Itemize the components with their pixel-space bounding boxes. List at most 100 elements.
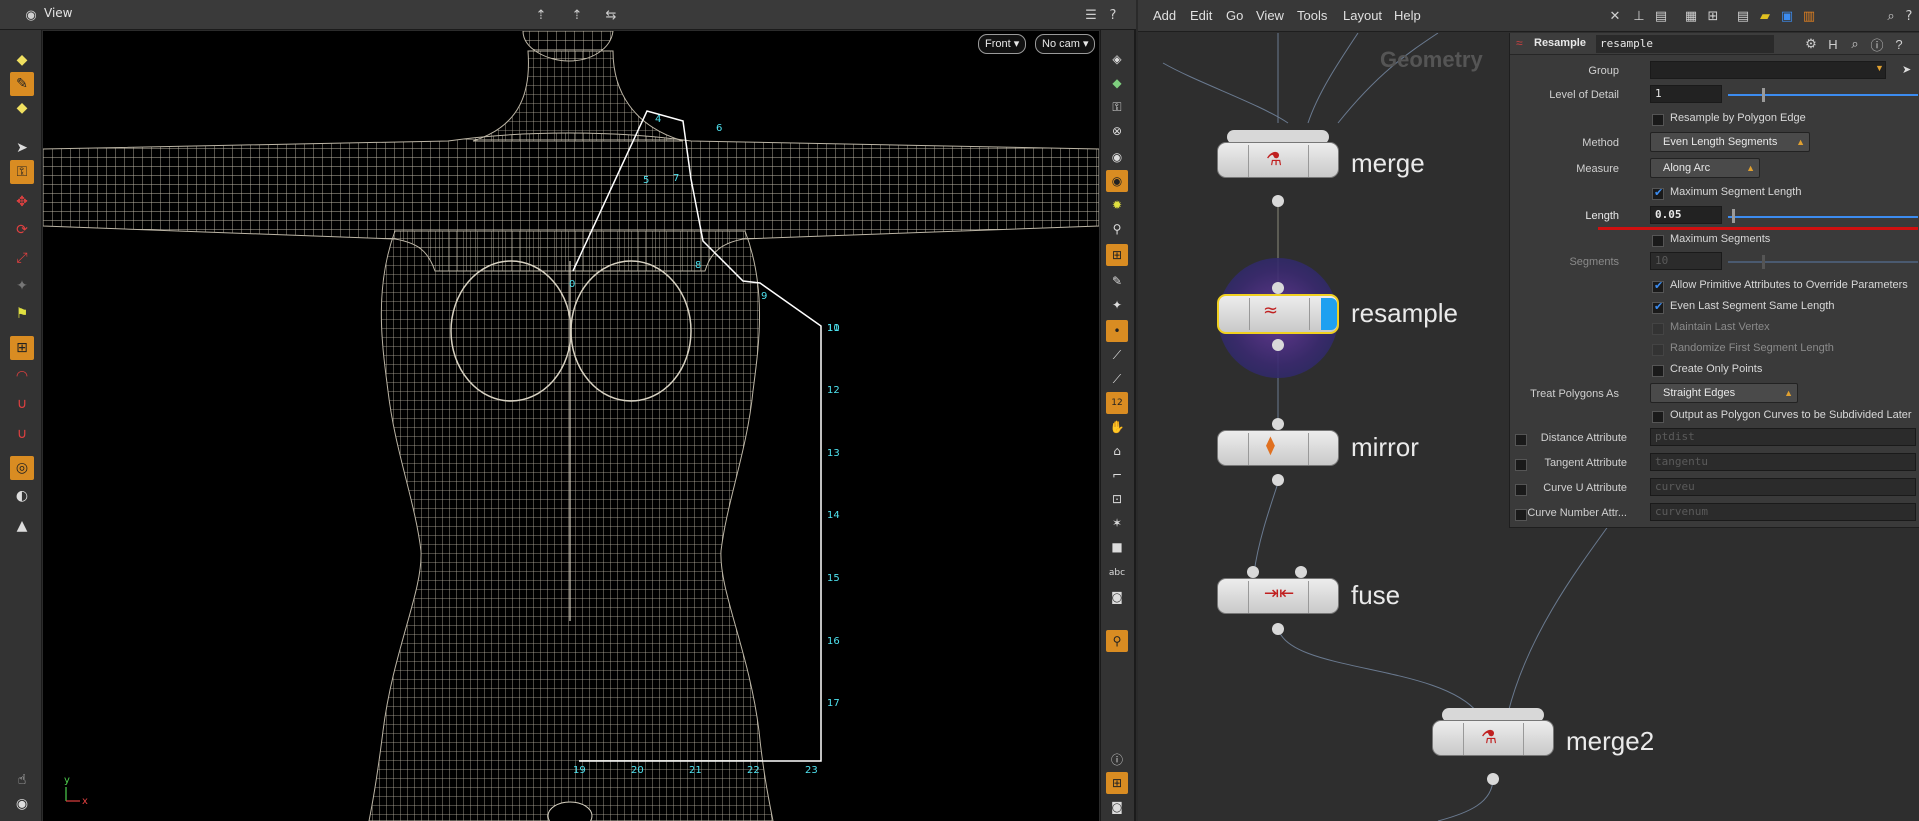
output-poly-checkbox[interactable] (1652, 411, 1664, 423)
info-icon[interactable]: ⓘ (1106, 748, 1128, 770)
even-last-checkbox[interactable] (1652, 300, 1664, 314)
palette-icon[interactable]: ▥ (1798, 5, 1820, 27)
node-mirror[interactable]: ⧫ mirror (1217, 430, 1419, 478)
measure-dropdown[interactable]: Along Arc ▲ (1650, 158, 1760, 178)
segments-field[interactable]: 10 (1650, 252, 1722, 270)
param-h-icon[interactable]: H (1822, 33, 1844, 55)
screenshot-icon[interactable]: ◙ (1106, 796, 1128, 818)
move-icon[interactable]: ✥ (10, 190, 34, 214)
node-resample[interactable]: ≈ resample (1217, 294, 1458, 342)
display-flag[interactable] (1321, 298, 1337, 330)
mirror-input-port[interactable] (1272, 418, 1284, 430)
resample-by-edge-checkbox[interactable] (1652, 114, 1664, 126)
list-icon[interactable]: ▤ (1732, 5, 1754, 27)
fuse-input-port-2[interactable] (1295, 566, 1307, 578)
resample-input-port[interactable] (1272, 282, 1284, 294)
resample-output-port[interactable] (1272, 339, 1284, 351)
snap-grid-icon[interactable]: ⊞ (10, 336, 34, 360)
node-name-field[interactable]: resample (1596, 35, 1774, 53)
length-field[interactable]: 0.05 (1650, 206, 1722, 224)
node-fuse[interactable]: ⇥⇤ fuse (1217, 578, 1400, 626)
snap-icon[interactable]: ⇡ (530, 4, 552, 26)
length-slider[interactable] (1728, 216, 1918, 218)
light-bulb-icon[interactable]: ✹ (1106, 194, 1128, 216)
tree-icon[interactable]: ⊥ (1628, 5, 1650, 27)
box-icon[interactable]: ■ (1106, 536, 1128, 558)
display-icon[interactable]: ◈ (1106, 48, 1128, 70)
camera-dropdown[interactable]: No cam ▾ (1035, 34, 1096, 54)
max-seg-length-checkbox[interactable] (1652, 186, 1664, 200)
snap-display-icon[interactable]: ✶ (1106, 512, 1128, 534)
menu-layout[interactable]: Layout (1343, 8, 1382, 23)
create-only-points-checkbox[interactable] (1652, 365, 1664, 377)
pin-icon[interactable]: ⚲ (1106, 218, 1128, 240)
select-geometry-icon[interactable]: ◆ (10, 48, 34, 72)
uv-icon[interactable]: ⌂ (1106, 440, 1128, 462)
network-box-icon[interactable]: ▦ (1680, 5, 1702, 27)
segments-slider[interactable] (1728, 261, 1918, 263)
light-display-icon[interactable]: ◉ (1106, 170, 1128, 192)
tools-icon[interactable]: ✕ (1604, 5, 1626, 27)
menu-edit[interactable]: Edit (1190, 8, 1212, 23)
node-merge2[interactable]: ⚗ merge2 (1432, 708, 1654, 756)
group-field[interactable] (1650, 61, 1886, 79)
lock-camera-icon[interactable]: ⚿ (1106, 96, 1128, 118)
pose-icon[interactable]: ✦ (10, 274, 34, 298)
node-body[interactable]: ⚗ (1432, 720, 1554, 756)
display-options-icon[interactable]: ☰ (1080, 4, 1102, 26)
paint-select-icon[interactable]: ✎ (10, 72, 34, 96)
param-help-icon[interactable]: ? (1888, 33, 1910, 55)
merge-output-port[interactable] (1272, 195, 1284, 207)
vector-display-icon[interactable]: ⟋ (1106, 368, 1128, 390)
param-search-icon[interactable]: ⌕ (1844, 33, 1866, 55)
node-body[interactable]: ⚗ (1217, 142, 1339, 178)
node-merge[interactable]: ⚗ merge (1217, 130, 1425, 178)
hand-icon[interactable]: ☝ (10, 768, 34, 792)
curveu-attr-field[interactable]: curveu (1650, 478, 1916, 496)
handle-icon[interactable]: ⚑ (10, 302, 34, 326)
snap-magnet-icon[interactable]: ∪ (10, 392, 34, 416)
snap-curve-icon[interactable]: ◠ (10, 364, 34, 388)
menu-tools[interactable]: Tools (1297, 8, 1327, 23)
distance-attr-field[interactable]: ptdist (1650, 428, 1916, 446)
tag-icon[interactable]: ◆ (10, 96, 34, 120)
view-icon[interactable]: ◙ (1106, 586, 1128, 608)
image-icon[interactable]: ▣ (1776, 5, 1798, 27)
point-numbers-icon[interactable]: 12 (1106, 392, 1128, 414)
text-tool-icon[interactable]: abc (1106, 562, 1128, 584)
light-icon[interactable]: ◐ (10, 484, 34, 508)
bounding-icon[interactable]: ⊡ (1106, 488, 1128, 510)
marker-icon[interactable]: ⚲ (1106, 630, 1128, 652)
group-select-arrow-icon[interactable]: ➤ (1902, 63, 1911, 76)
prim-display-icon[interactable]: ✋ (1106, 416, 1128, 438)
layout-icon[interactable]: ⊞ (1106, 772, 1128, 794)
tangent-attr-field[interactable]: tangentu (1650, 453, 1916, 471)
node-body[interactable]: ≈ (1217, 294, 1339, 334)
method-dropdown[interactable]: Even Length Segments ▲ (1650, 132, 1810, 152)
maintain-last-checkbox[interactable] (1652, 323, 1664, 335)
curvenum-attr-field[interactable]: curvenum (1650, 503, 1916, 521)
param-gear-icon[interactable]: ⚙ (1800, 33, 1822, 55)
camera-tool-icon[interactable]: ◎ (10, 456, 34, 480)
menu-view[interactable]: View (1256, 8, 1284, 23)
notes-icon[interactable]: ▤ (1650, 5, 1672, 27)
length-slider-handle[interactable] (1731, 209, 1735, 223)
normal-display-icon[interactable]: ⟋ (1106, 344, 1128, 366)
close-display-icon[interactable]: ⊗ (1106, 120, 1128, 142)
lock-icon[interactable]: ⚿ (10, 160, 34, 184)
randomize-first-checkbox[interactable] (1652, 344, 1664, 356)
grid-icon[interactable]: ⊞ (1702, 5, 1724, 27)
max-segments-checkbox[interactable] (1652, 235, 1664, 247)
magnet-icon[interactable]: ∪ (10, 422, 34, 446)
point-display-icon[interactable]: • (1106, 320, 1128, 342)
shading-icon[interactable]: ◉ (1106, 146, 1128, 168)
treat-polygons-dropdown[interactable]: Straight Edges ▲ (1650, 383, 1798, 403)
segments-slider-handle[interactable] (1762, 255, 1765, 269)
net-help-icon[interactable]: ? (1898, 5, 1919, 27)
scale-icon[interactable]: ⤢ (10, 246, 34, 270)
spray-icon[interactable]: ✦ (1106, 294, 1128, 316)
menu-go[interactable]: Go (1226, 8, 1243, 23)
transform-mode-icon[interactable]: ⇆ (600, 4, 622, 26)
brush-icon[interactable]: ✎ (1106, 270, 1128, 292)
corner-icon[interactable]: ⌐ (1106, 464, 1128, 486)
